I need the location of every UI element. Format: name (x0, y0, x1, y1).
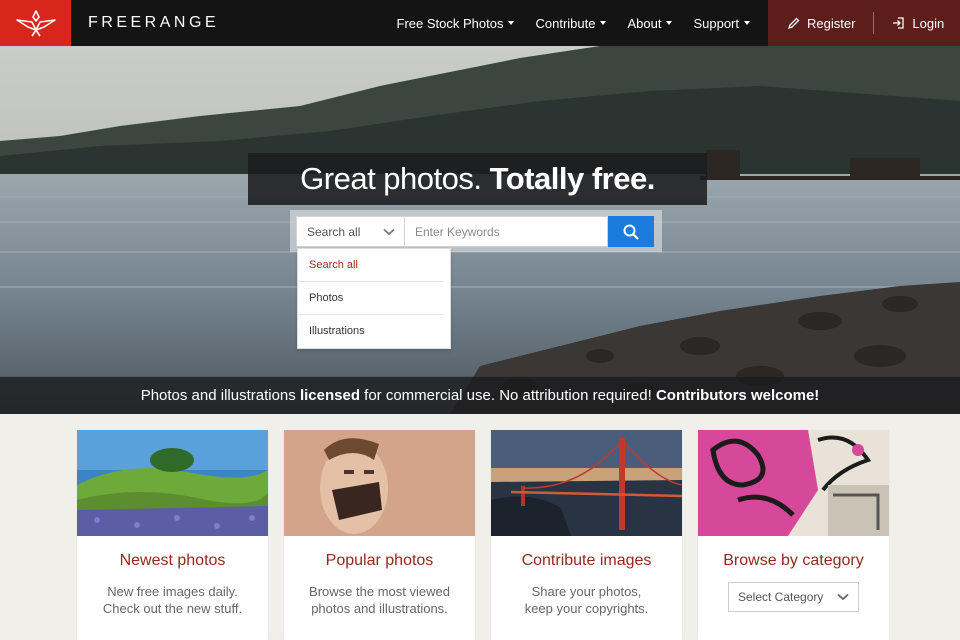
search-scope-dropdown: Search all Photos Illustrations (297, 248, 451, 349)
card-description: New free images daily. Check out the new… (77, 583, 268, 617)
chevron-down-icon (600, 21, 607, 25)
tagline-part: for commercial use. No attribution requi… (359, 387, 656, 404)
card-text-line: keep your copyrights. (524, 601, 649, 616)
top-navigation-bar: FREERANGE Free Stock Photos Contribute A… (0, 0, 960, 46)
nav-free-stock-photos[interactable]: Free Stock Photos (397, 16, 515, 31)
card-image-bridge[interactable] (491, 430, 682, 536)
card-description: Share your photos, keep your copyrights. (491, 583, 682, 617)
hero-headline: Great photos. Totally free. (248, 153, 707, 205)
card-text-line: Browse the most viewed (309, 584, 450, 599)
card-contribute-images[interactable]: Contribute images Share your photos, kee… (491, 430, 682, 640)
card-browse-by-category[interactable]: Browse by category Select Category (698, 430, 889, 640)
search-button[interactable] (608, 216, 654, 247)
card-text-line: New free images daily. (107, 584, 238, 599)
login-button[interactable]: Login (892, 16, 944, 31)
card-image-graffiti[interactable] (698, 430, 889, 536)
brand-name[interactable]: FREERANGE (88, 14, 219, 32)
tagline-licensed[interactable]: licensed (300, 387, 360, 404)
login-label: Login (912, 15, 945, 31)
hero-banner: Great photos. Totally free. Search all S… (0, 46, 960, 414)
chevron-down-icon (837, 593, 849, 601)
nav-label: Support (693, 15, 739, 31)
feature-cards: Newest photos New free images daily. Che… (77, 430, 891, 640)
chevron-down-icon (666, 21, 673, 25)
account-area: Register Login (768, 0, 960, 46)
dropdown-option-photos[interactable]: Photos (298, 282, 444, 315)
card-image-portrait[interactable] (284, 430, 475, 536)
category-select-value: Select Category (738, 590, 824, 604)
category-select[interactable]: Select Category (728, 582, 859, 612)
register-button[interactable]: Register (788, 16, 855, 31)
card-text-line: Check out the new stuff. (102, 601, 243, 616)
card-text-line: photos and illustrations. (311, 601, 448, 616)
card-image-meadow[interactable] (77, 430, 268, 536)
card-title[interactable]: Newest photos (77, 552, 268, 570)
tagline-part: Photos and illustrations (140, 387, 300, 404)
main-nav: Free Stock Photos Contribute About Suppo… (376, 16, 750, 31)
logo[interactable] (0, 0, 71, 46)
nav-label: About (627, 15, 662, 31)
card-description: Browse the most viewed photos and illust… (284, 583, 475, 617)
hero-tagline: Photos and illustrations licensed for co… (0, 377, 960, 414)
search-icon (623, 224, 639, 240)
card-title[interactable]: Browse by category (698, 552, 889, 570)
login-icon (893, 17, 905, 29)
nav-label: Free Stock Photos (396, 15, 504, 31)
divider (873, 12, 875, 34)
headline-bold: Totally free. (489, 161, 656, 196)
card-popular-photos[interactable]: Popular photos Browse the most viewed ph… (284, 430, 475, 640)
card-newest-photos[interactable]: Newest photos New free images daily. Che… (77, 430, 268, 640)
chevron-down-icon (508, 21, 515, 25)
card-title[interactable]: Contribute images (491, 552, 682, 570)
search-bar: Search all (290, 210, 662, 252)
pencil-icon (788, 17, 800, 29)
search-scope-select[interactable]: Search all (296, 216, 405, 247)
chevron-down-icon (383, 228, 395, 235)
register-label: Register (807, 15, 856, 31)
bird-logo-icon (15, 10, 56, 37)
dropdown-option-illustrations[interactable]: Illustrations (298, 315, 444, 348)
nav-about[interactable]: About (627, 15, 673, 31)
nav-contribute[interactable]: Contribute (535, 15, 607, 31)
dropdown-option-search-all[interactable]: Search all (298, 249, 444, 282)
headline-light: Great photos. (300, 161, 482, 196)
search-scope-value: Search all (307, 224, 361, 239)
chevron-down-icon (744, 21, 750, 25)
nav-support[interactable]: Support (693, 16, 750, 31)
search-input[interactable] (405, 216, 608, 247)
tagline-contributors[interactable]: Contributors welcome! (656, 387, 819, 404)
nav-label: Contribute (535, 15, 596, 31)
card-text-line: Share your photos, (531, 584, 642, 599)
card-title[interactable]: Popular photos (284, 552, 475, 570)
